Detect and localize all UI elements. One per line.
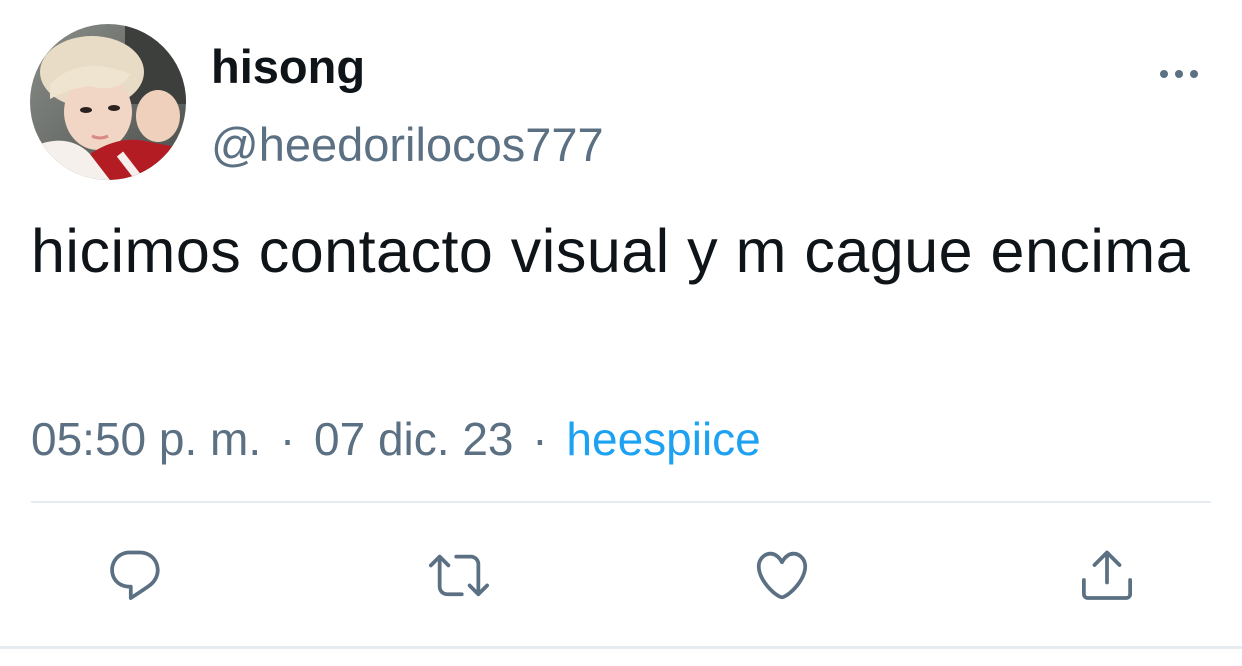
user-handle[interactable]: @heedorilocos777 <box>211 117 604 173</box>
tweet-metadata: 05:50 p. m. · 07 dic. 23 · heespiice <box>31 410 761 468</box>
bottom-divider <box>0 646 1242 649</box>
reply-button[interactable] <box>100 540 170 610</box>
tweet-text: hicimos contacto visual y m cague encima <box>31 217 1191 285</box>
tweet-time[interactable]: 05:50 p. m. <box>31 413 261 465</box>
display-name[interactable]: hisong <box>211 40 365 94</box>
tweet-source-link[interactable]: heespiice <box>566 413 760 465</box>
like-icon <box>756 551 808 600</box>
share-icon <box>1082 550 1132 600</box>
avatar-image <box>30 24 186 180</box>
action-bar <box>0 540 1242 610</box>
retweet-icon <box>429 554 489 597</box>
reply-icon <box>110 550 160 600</box>
more-options-icon[interactable] <box>1158 62 1200 86</box>
separator: · <box>279 413 296 465</box>
like-button[interactable] <box>747 540 817 610</box>
share-button[interactable] <box>1072 540 1142 610</box>
divider <box>31 501 1211 503</box>
separator: · <box>532 413 548 465</box>
tweet-date[interactable]: 07 dic. 23 <box>314 413 513 465</box>
tweet-card: hisong @heedorilocos777 hicimos contacto… <box>0 0 1242 666</box>
retweet-button[interactable] <box>424 540 494 610</box>
avatar[interactable] <box>30 24 186 180</box>
